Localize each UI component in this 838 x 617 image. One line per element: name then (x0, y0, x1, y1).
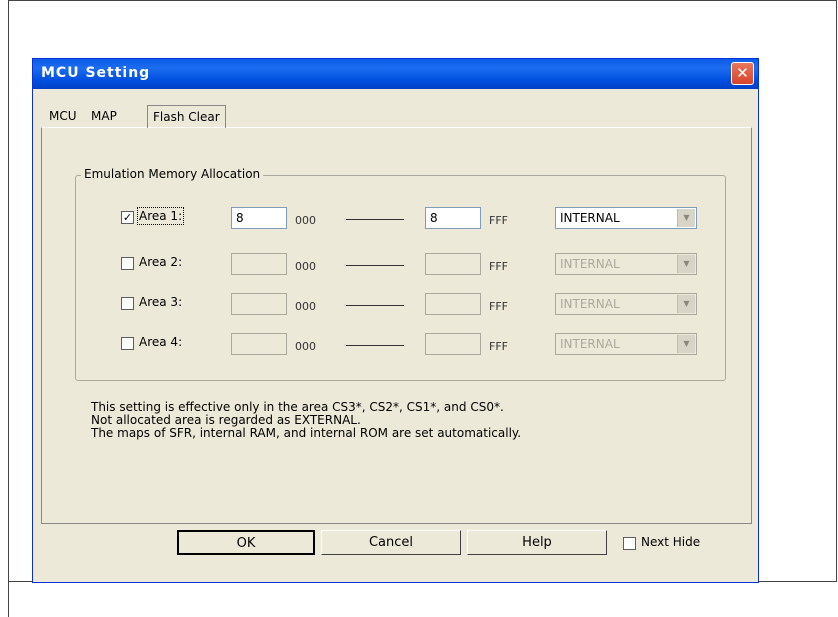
area-2-start-suffix: 000 (295, 260, 316, 273)
close-button[interactable]: ✕ (731, 62, 754, 85)
group-label: Emulation Memory Allocation (81, 167, 264, 181)
next-hide-label: Next Hide (641, 535, 701, 549)
area-3-checkbox[interactable] (121, 297, 134, 310)
check-mark-icon: ✓ (122, 211, 133, 224)
note-line-3: The maps of SFR, internal RAM, and inter… (91, 426, 522, 440)
area-3-end-input[interactable] (425, 293, 481, 315)
dropdown-arrow-icon[interactable]: ▼ (677, 255, 695, 273)
dropdown-arrow-icon[interactable]: ▼ (677, 295, 695, 313)
area-4-label: Area 4: (139, 335, 183, 349)
area-row-3: Area 3: 000 FFF INTERNAL ▼ (33, 293, 760, 317)
range-dash (346, 219, 404, 220)
area-row-1: ✓ Area 1: 8 000 8 FFF INTERNAL ▼ (33, 207, 760, 231)
area-2-start-input[interactable] (231, 253, 287, 275)
area-1-checkbox[interactable]: ✓ (121, 211, 134, 224)
area-2-label: Area 2: (139, 255, 183, 269)
area-1-start-suffix: 000 (295, 214, 316, 227)
area-2-end-suffix: FFF (489, 260, 508, 273)
area-1-type-value: INTERNAL (560, 211, 620, 225)
area-3-type-select[interactable]: INTERNAL ▼ (555, 293, 697, 315)
area-3-type-value: INTERNAL (560, 297, 620, 311)
area-row-4: Area 4: 000 FFF INTERNAL ▼ (33, 333, 760, 357)
area-1-label: Area 1: (136, 207, 185, 225)
close-icon: ✕ (736, 64, 749, 82)
area-4-start-suffix: 000 (295, 340, 316, 353)
area-4-end-input[interactable] (425, 333, 481, 355)
area-2-checkbox[interactable] (121, 257, 134, 270)
area-4-type-value: INTERNAL (560, 337, 620, 351)
area-1-type-select[interactable]: INTERNAL ▼ (555, 207, 697, 229)
range-dash (346, 305, 404, 306)
area-2-type-value: INTERNAL (560, 257, 620, 271)
area-3-label: Area 3: (139, 295, 183, 309)
mcu-setting-dialog: MCU Setting ✕ MCU MAP Flash Clear Emulat… (32, 58, 759, 583)
area-1-end-input[interactable]: 8 (425, 207, 481, 229)
ok-button[interactable]: OK (177, 530, 315, 555)
help-button[interactable]: Help (467, 530, 607, 555)
range-dash (346, 345, 404, 346)
dropdown-arrow-icon[interactable]: ▼ (677, 335, 695, 353)
tab-flash-clear[interactable]: Flash Clear (147, 105, 226, 128)
area-3-start-input[interactable] (231, 293, 287, 315)
dropdown-arrow-icon[interactable]: ▼ (677, 209, 695, 227)
area-4-end-suffix: FFF (489, 340, 508, 353)
tab-mcu[interactable]: MCU (43, 105, 83, 127)
range-dash (346, 265, 404, 266)
title-bar[interactable]: MCU Setting ✕ (33, 59, 758, 89)
area-4-type-select[interactable]: INTERNAL ▼ (555, 333, 697, 355)
area-2-end-input[interactable] (425, 253, 481, 275)
area-3-start-suffix: 000 (295, 300, 316, 313)
area-4-checkbox[interactable] (121, 337, 134, 350)
page-border-line (8, 0, 9, 617)
area-4-start-input[interactable] (231, 333, 287, 355)
dialog-title: MCU Setting (41, 65, 151, 81)
area-1-end-suffix: FFF (489, 214, 508, 227)
area-row-2: Area 2: 000 FFF INTERNAL ▼ (33, 253, 760, 277)
area-1-start-input[interactable]: 8 (231, 207, 287, 229)
area-2-type-select[interactable]: INTERNAL ▼ (555, 253, 697, 275)
cancel-button[interactable]: Cancel (321, 530, 461, 555)
next-hide-checkbox[interactable] (623, 537, 636, 550)
area-3-end-suffix: FFF (489, 300, 508, 313)
tab-map[interactable]: MAP (85, 105, 123, 127)
